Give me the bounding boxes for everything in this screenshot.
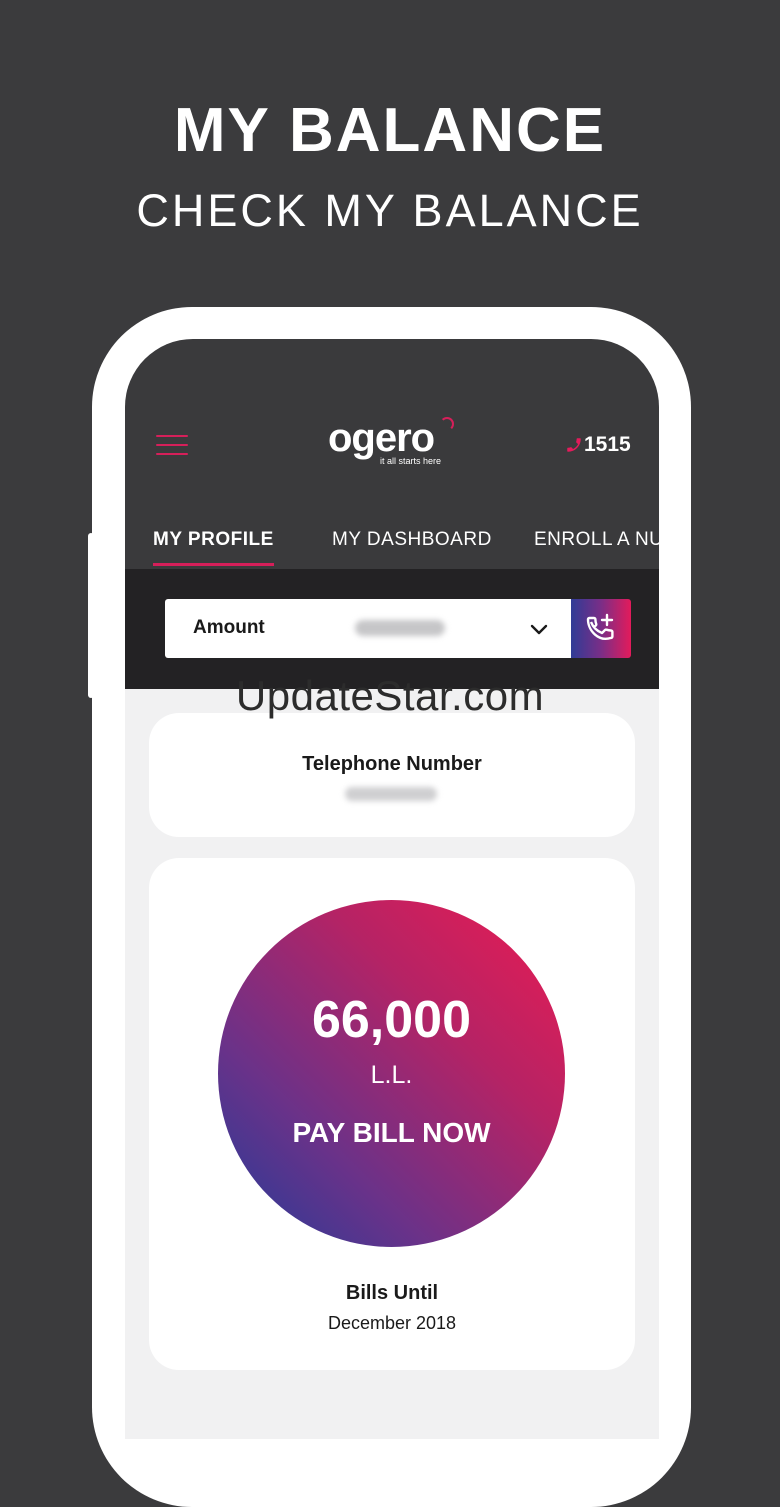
- phone-icon: [567, 438, 581, 452]
- promo-subtitle: CHECK MY BALANCE: [136, 185, 644, 236]
- balance-amount: 66,000: [311, 991, 472, 1049]
- tab-my-dashboard[interactable]: MY DASHBOARD: [332, 525, 492, 555]
- logo-tagline: it all starts here: [380, 456, 442, 466]
- logo-mark-icon: [440, 417, 454, 431]
- pay-bill-label: PAY BILL NOW: [292, 1117, 491, 1148]
- pay-bill-button[interactable]: 66,000 L.L. PAY BILL NOW: [218, 900, 565, 1247]
- tab-enroll-a-number[interactable]: ENROLL A NU: [534, 525, 659, 555]
- add-number-button[interactable]: [571, 599, 631, 658]
- hotline-number: 1515: [584, 433, 631, 456]
- dropdown-label: Amount: [193, 617, 265, 638]
- chevron-down-icon: [530, 624, 548, 635]
- promo-title: MY BALANCE: [173, 96, 607, 165]
- bills-until-label: Bills Until: [345, 1282, 439, 1304]
- app-screen: ogero it all starts here 1515 MY PROFILE…: [125, 339, 659, 1439]
- tab-my-profile[interactable]: MY PROFILE: [153, 525, 274, 566]
- watermark-text: UpdateStar.com: [235, 672, 545, 719]
- logo-text: ogero: [328, 416, 435, 460]
- telephone-number-label: Telephone Number: [302, 753, 482, 775]
- app-header: ogero it all starts here 1515 MY PROFILE…: [125, 339, 659, 569]
- masked-telephone-number: [345, 787, 437, 801]
- masked-phone-number: [355, 620, 445, 636]
- number-dropdown[interactable]: Amount: [165, 599, 571, 658]
- balance-card: 66,000 L.L. PAY BILL NOW Bills Until Dec…: [149, 858, 635, 1370]
- telephone-number-card: Telephone Number: [149, 713, 635, 837]
- bills-until-date: December 2018: [327, 1313, 457, 1333]
- menu-icon[interactable]: [156, 435, 188, 455]
- tab-bar: MY PROFILE MY DASHBOARD ENROLL A NU: [125, 525, 659, 569]
- ogero-logo: ogero it all starts here: [328, 415, 458, 475]
- hotline-button[interactable]: 1515: [565, 430, 631, 460]
- balance-currency: L.L.: [370, 1061, 413, 1089]
- phone-add-icon: [586, 613, 614, 640]
